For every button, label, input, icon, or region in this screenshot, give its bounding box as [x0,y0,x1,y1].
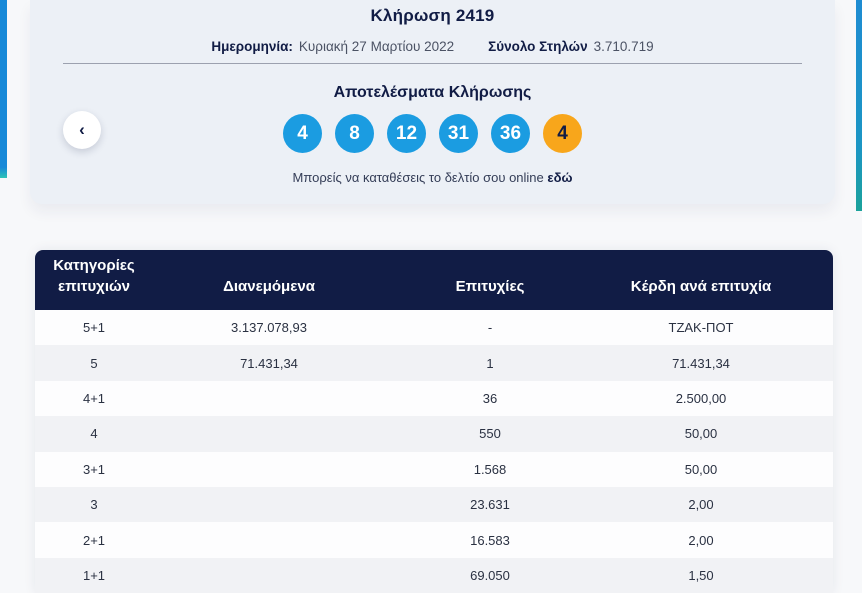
drawn-number-ball: 36 [491,114,530,153]
drawn-numbers-row: 4 8 12 31 36 4 [30,114,835,153]
drawn-number-ball: 12 [387,114,426,153]
table-cell-winners: 550 [479,426,501,442]
table-row: 4+1 36 2.500,00 [35,380,833,417]
table-cell-winners: 23.631 [470,497,510,513]
total-columns: Σύνολο Στηλών 3.710.719 [488,39,654,54]
table-cell-prize: 71.431,34 [672,355,730,371]
online-submit-note: Μπορείς να καταθέσεις το δελτίο σου onli… [30,170,835,185]
drawn-number-ball: 4 [283,114,322,153]
table-cell-winners: 1 [486,355,494,371]
table-row: 5 71.431,34 1 71.431,34 [35,345,833,381]
online-submit-link[interactable]: εδώ [547,170,572,185]
carousel-prev-button[interactable]: ‹ [63,111,101,149]
draw-meta-row: Ημερομηνία: Κυριακή 27 Μαρτίου 2022 Σύνο… [30,39,835,54]
chevron-left-icon: ‹ [79,120,85,139]
results-title: Αποτελέσματα Κλήρωσης [333,84,532,101]
table-cell-winners: 36 [482,390,498,406]
table-cell-category: 4 [90,426,98,442]
total-columns-value: 3.710.719 [593,39,654,54]
draw-date-value: Κυριακή 27 Μαρτίου 2022 [298,39,455,54]
table-cell-winners: 16.583 [470,532,510,548]
next-slide-edge-stripe [856,0,862,211]
header-categories: Κατηγορίες επιτυχιών [53,256,135,296]
table-row: 3+1 1.568 50,00 [35,451,833,487]
table-cell-distributed: 71.431,34 [240,355,298,371]
total-columns-label: Σύνολο Στηλών [488,39,588,54]
header-winners: Επιτυχίες [455,278,525,296]
joker-results-page: { "draw": { "title": "Κλήρωση 2419", "da… [0,0,862,593]
summary-divider [63,63,802,64]
online-submit-text: Μπορείς να καταθέσεις το δελτίο σου onli… [292,170,544,185]
header-prize-per-win: Κέρδη ανά επιτυχία [630,278,772,296]
draw-date-label: Ημερομηνία: [211,39,293,54]
prize-table: Κατηγορίες επιτυχιών Διανεμόμενα Επιτυχί… [35,250,833,593]
table-cell-prize: 2.500,00 [675,390,727,406]
table-cell-category: 3+1 [82,461,106,477]
table-cell-category: 2+1 [82,532,106,548]
prev-slide-edge-stripe [0,0,7,178]
draw-date: Ημερομηνία: Κυριακή 27 Μαρτίου 2022 [211,39,454,54]
table-cell-prize: ΤΖΑΚ-ΠΟΤ [668,320,734,336]
table-cell-category: 1+1 [82,567,106,583]
table-cell-category: 3 [90,497,98,513]
joker-number-ball: 4 [543,114,582,153]
table-cell-prize: 50,00 [684,461,718,477]
draw-title: Κλήρωση 2419 [370,6,495,25]
prize-table-body: 5+1 3.137.078,93 - ΤΖΑΚ-ΠΟΤ 5 71.431,34 1 71.43… [35,310,833,593]
table-row: 4 550 50,00 [35,416,833,452]
table-cell-prize: 50,00 [684,426,718,442]
table-row: 2+1 16.583 2,00 [35,522,833,558]
table-cell-prize: 1,50 [688,567,714,583]
drawn-number-ball: 31 [439,114,478,153]
table-cell-distributed: 3.137.078,93 [231,320,307,336]
table-row: 1+1 69.050 1,50 [35,557,833,593]
table-cell-winners: - [487,320,493,336]
table-row: 5+1 3.137.078,93 - ΤΖΑΚ-ΠΟΤ [35,310,833,346]
table-row: 3 23.631 2,00 [35,486,833,523]
table-cell-winners: 1.568 [473,461,507,477]
table-cell-category: 4+1 [82,390,106,406]
prize-table-header: Κατηγορίες επιτυχιών Διανεμόμενα Επιτυχί… [35,250,833,310]
header-distributed: Διανεμόμενα [223,278,315,296]
drawn-number-ball: 8 [335,114,374,153]
draw-summary-card: Κλήρωση 2419 Ημερομηνία: Κυριακή 27 Μαρτ… [30,0,835,204]
table-cell-category: 5+1 [82,320,106,336]
table-cell-winners: 69.050 [470,567,510,583]
table-cell-prize: 2,00 [688,497,714,513]
table-cell-category: 5 [90,355,98,371]
table-cell-prize: 2,00 [688,532,714,548]
